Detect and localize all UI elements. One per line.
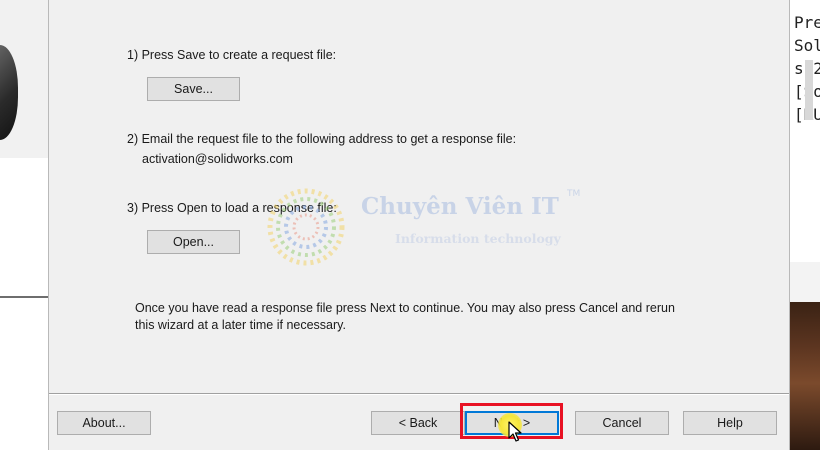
about-button[interactable]: About... <box>57 411 151 435</box>
watermark-trademark: TM <box>567 189 581 199</box>
background-panel-right <box>790 262 820 302</box>
watermark: Chuyên Viên IT TM Information technology <box>259 185 599 270</box>
step3-text: 3) Press Open to load a response file: <box>127 201 337 215</box>
dialog-content: 1) Press Save to create a request file: … <box>49 0 789 394</box>
watermark-logo-icon <box>267 188 345 266</box>
watermark-title: Chuyên Viên IT <box>361 193 559 220</box>
activation-email: activation@solidworks.com <box>142 152 293 166</box>
background-photo <box>790 302 820 450</box>
help-button[interactable]: Help <box>683 411 777 435</box>
step2-text: 2) Email the request file to the followi… <box>127 132 517 146</box>
save-button[interactable]: Save... <box>147 77 240 101</box>
instructions-line-2: this wizard at a later time if necessary… <box>135 318 346 332</box>
open-button[interactable]: Open... <box>147 230 240 254</box>
console-line: Pre <box>794 13 820 32</box>
background-panel-left <box>0 158 48 296</box>
instructions-line-1: Once you have read a response file press… <box>135 301 675 315</box>
background-panel-left-bottom <box>0 298 48 450</box>
console-line: Soli <box>794 36 820 55</box>
step1-text: 1) Press Save to create a request file: <box>127 48 337 62</box>
back-button[interactable]: < Back <box>371 411 465 435</box>
background-console: Pre Soli s 20 [Sol [RUN <box>790 0 820 262</box>
console-scrollbar-thumb[interactable] <box>805 60 813 120</box>
watermark-subtitle: Information technology <box>395 231 561 246</box>
mouse-cursor-icon <box>508 421 522 442</box>
cancel-button[interactable]: Cancel <box>575 411 669 435</box>
activation-dialog: 1) Press Save to create a request file: … <box>48 0 790 450</box>
